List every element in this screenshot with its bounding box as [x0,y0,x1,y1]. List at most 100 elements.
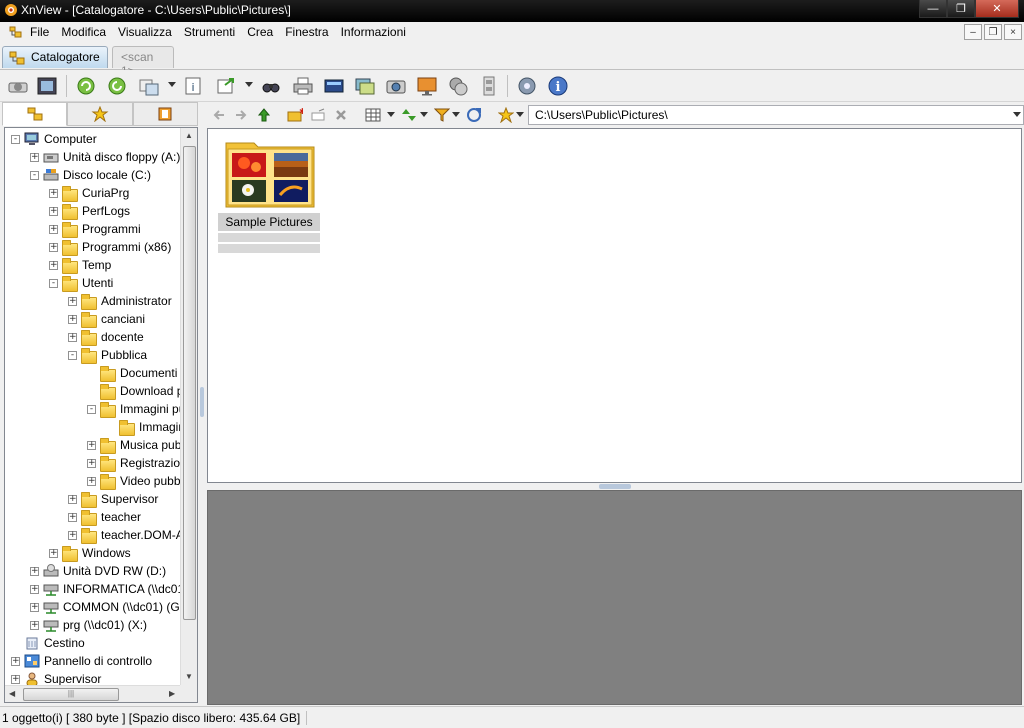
chevron-down-icon[interactable] [1013,112,1021,117]
tree-node[interactable]: + Programmi [49,220,141,238]
mdi-close-button[interactable]: × [1004,24,1022,40]
tree-horizontal-scrollbar[interactable]: ◀ ||| ▶ [5,685,181,702]
mdi-restore-button[interactable]: ❐ [984,24,1002,40]
folders-tab[interactable] [2,102,68,126]
scroll-up-icon[interactable]: ▲ [185,131,193,140]
tree-node[interactable]: + Pannello di controllo [11,652,152,670]
expand-icon[interactable]: + [11,656,20,666]
tree-node[interactable]: Download pubblici [87,382,181,400]
tree-node[interactable]: + Supervisor [11,670,101,686]
fullscreen-icon[interactable] [35,74,59,98]
back-icon[interactable] [210,106,228,124]
tree-node[interactable]: + docente [68,328,144,346]
expand-icon[interactable]: + [87,458,96,468]
close-button[interactable]: ✕ [975,0,1019,18]
menu-finestra[interactable]: Finestra [279,25,334,39]
info-icon[interactable]: i [546,74,570,98]
webpage-icon[interactable] [446,74,470,98]
expand-icon[interactable]: + [68,494,77,504]
expand-icon[interactable]: + [30,566,39,576]
tree-node[interactable]: + PerfLogs [49,202,130,220]
view-mode-icon[interactable] [364,106,382,124]
tree-node[interactable]: + Video pubblici [87,472,181,490]
menu-visualizza[interactable]: Visualizza [112,25,178,39]
filter-icon[interactable] [433,106,451,124]
expand-icon[interactable]: + [30,620,39,630]
tab-catalogatore[interactable]: Catalogatore [2,46,108,68]
scanner-icon[interactable] [6,74,30,98]
collapse-icon[interactable]: - [11,134,20,144]
tree-node[interactable]: + teacher [68,508,141,526]
expand-icon[interactable]: + [68,512,77,522]
tree-node[interactable]: + teacher.DOM-A [68,526,181,544]
tree-node[interactable]: + Musica pubblica [87,436,181,454]
delete-icon[interactable] [332,106,350,124]
expand-icon[interactable]: + [68,530,77,540]
forward-icon[interactable] [232,106,250,124]
horizontal-splitter[interactable] [207,483,1022,490]
expand-icon[interactable]: + [68,314,77,324]
expand-icon[interactable]: + [11,674,20,684]
maximize-button[interactable]: ❐ [947,0,975,18]
collapse-icon[interactable]: - [68,350,77,360]
print-icon[interactable] [291,74,315,98]
export-icon[interactable] [214,74,238,98]
tree-node[interactable]: + Programmi (x86) [49,238,171,256]
tree-node[interactable]: - Computer [11,130,97,148]
tree-node[interactable]: + Unità DVD RW (D:) [30,562,166,580]
menu-file[interactable]: File [28,25,55,39]
expand-icon[interactable]: + [49,206,58,216]
tab-scan[interactable]: <scan 1> [112,46,174,78]
scroll-left-icon[interactable]: ◀ [9,689,15,698]
tree-node[interactable]: + Supervisor [68,490,158,508]
expand-icon[interactable]: + [87,440,96,450]
minimize-button[interactable]: — [919,0,947,18]
tree-node[interactable]: + Temp [49,256,111,274]
expand-icon[interactable]: + [87,476,96,486]
tree-node[interactable]: - Immagini pubbliche [87,400,181,418]
tree-node[interactable]: + prg (\\dc01) (X:) [30,616,147,634]
expand-icon[interactable]: + [68,332,77,342]
categories-tab[interactable] [132,102,198,126]
collapse-icon[interactable]: - [30,170,39,180]
expand-icon[interactable]: + [49,260,58,270]
tree-node[interactable]: + Unità disco floppy (A:) [30,148,180,166]
expand-icon[interactable]: + [49,188,58,198]
menu-crea[interactable]: Crea [241,25,279,39]
collapse-icon[interactable]: - [87,404,96,414]
tree-node[interactable]: Immagini di esempio [106,418,181,436]
menu-strumenti[interactable]: Strumenti [178,25,241,39]
tree-node[interactable]: + Registrazioni TV [87,454,181,472]
tree-node[interactable]: - Pubblica [68,346,147,364]
expand-icon[interactable]: + [30,584,39,594]
tree-node[interactable]: + COMMON (\\dc01) (G:) [30,598,181,616]
expand-icon[interactable]: + [68,296,77,306]
tree-node[interactable]: Documenti pubblici [87,364,181,382]
collapse-icon[interactable]: - [49,278,58,288]
file-item[interactable]: Sample Pictures [218,135,320,253]
expand-icon[interactable]: + [30,602,39,612]
expand-icon[interactable]: + [49,548,58,558]
vertical-splitter[interactable] [198,127,206,705]
convert-icon[interactable] [137,74,161,98]
scroll-right-icon[interactable]: ▶ [169,689,175,698]
tree-node[interactable]: - Utenti [49,274,113,292]
properties-icon[interactable]: i [181,74,205,98]
tree-node[interactable]: + Windows [49,544,131,562]
reload-icon[interactable] [105,74,129,98]
expand-icon[interactable]: + [30,152,39,162]
new-folder-icon[interactable]: ✱ [286,106,304,124]
rename-icon[interactable] [309,106,327,124]
tree-node[interactable]: + canciani [68,310,145,328]
favorites-tab[interactable] [67,102,133,126]
slideshow-icon[interactable] [353,74,377,98]
menu-modifica[interactable]: Modifica [55,25,112,39]
expand-icon[interactable]: + [49,224,58,234]
up-folder-icon[interactable] [255,106,273,124]
settings-icon[interactable] [515,74,539,98]
find-icon[interactable] [259,74,283,98]
desktop-icon[interactable] [415,74,439,98]
scroll-thumb[interactable] [183,146,196,620]
tree-vertical-scrollbar[interactable]: ▲ ▼ [180,128,197,686]
sort-icon[interactable] [400,106,418,124]
